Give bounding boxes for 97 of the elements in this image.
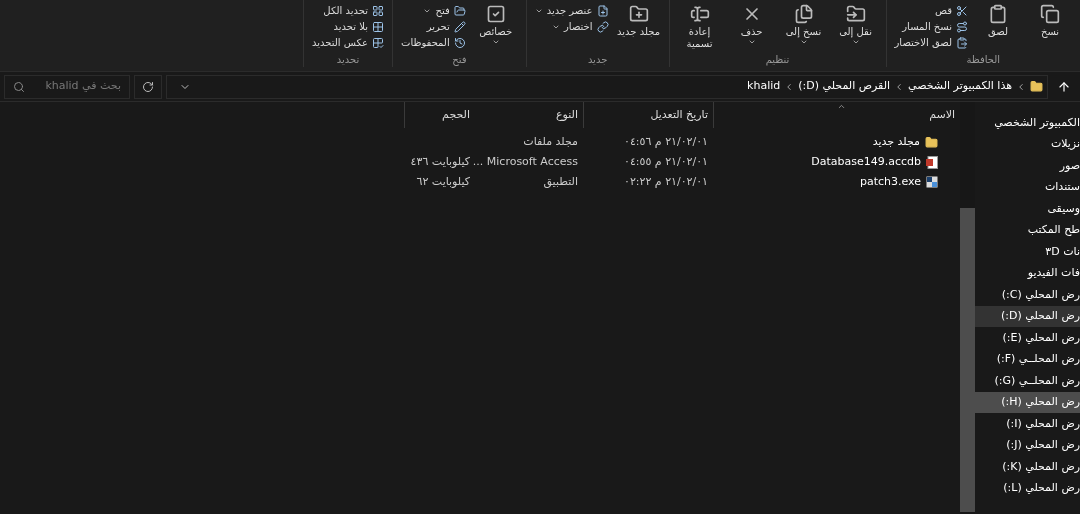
nav-item[interactable]: رض المحلي (K:) — [975, 456, 1080, 478]
type-cell: مجلد ملفات — [523, 134, 578, 148]
nav-item[interactable]: نات ٣D — [975, 241, 1080, 263]
file-name: مجلد جديد — [872, 133, 920, 150]
breadcrumb[interactable]: القرص المحلي (D:) — [798, 78, 891, 95]
size-cell: كيلوبايت ٦٢ — [416, 174, 470, 188]
ribbon-button[interactable]: نسخ المسار — [894, 20, 968, 34]
history-icon — [453, 37, 466, 49]
caret-icon — [491, 38, 500, 46]
grid-icon — [372, 21, 384, 33]
ribbon-button[interactable]: عنصر جديد — [534, 4, 609, 18]
column-header[interactable]: النوع — [490, 102, 583, 128]
nav-item[interactable]: نزيلات — [975, 133, 1080, 155]
group-label: تحديد — [335, 53, 361, 67]
ribbon-button[interactable]: نسخ إلى — [781, 4, 826, 46]
column-header[interactable]: الحجم — [404, 102, 490, 128]
folder-arrow-icon — [845, 4, 866, 24]
nav-item[interactable]: الكمبيوتر الشخصي — [975, 112, 1080, 134]
date-cell: ٢١/٠٢/٠١ م ٠٤:٥٥ — [623, 154, 708, 168]
scrollbar-thumb[interactable] — [960, 208, 975, 512]
nav-item[interactable]: رض المحلي (L:) — [975, 477, 1080, 499]
refresh-button[interactable] — [134, 74, 162, 99]
date-cell: ٢١/٠٢/٠١ م ٠٤:٥٦ — [623, 134, 708, 148]
folder-icon — [453, 5, 466, 17]
sort-icon — [837, 102, 846, 111]
group-label: الحافظة — [965, 53, 1002, 67]
ribbon-button[interactable]: بلا تحديد — [312, 20, 384, 34]
type-cell: Microsoft Access ... — [472, 154, 578, 168]
ribbon-button[interactable]: حذف — [729, 4, 774, 46]
caret-icon — [799, 38, 808, 46]
nav-item[interactable]: رض المحلي (H:) — [975, 391, 1080, 413]
nav-item[interactable]: طح المكتب — [975, 219, 1080, 241]
chevron-icon — [1016, 81, 1026, 92]
column-header[interactable]: تاريخ التعديل — [583, 102, 713, 128]
file-name: Database149.accdb — [811, 153, 921, 170]
folder-icon — [925, 135, 938, 149]
ribbon-button[interactable]: خصائص — [473, 4, 518, 46]
ribbon-button[interactable]: عكس التحديد — [312, 36, 384, 50]
nav-item[interactable]: رض المحلي (I:) — [975, 413, 1080, 435]
group-label: تنظيم — [764, 53, 791, 67]
grid-icon — [372, 5, 384, 17]
nav-item[interactable]: رض المحلي (E:) — [975, 327, 1080, 349]
nav-item[interactable]: رض المحلي (J:) — [975, 434, 1080, 456]
files-icon — [793, 4, 814, 24]
clipboard-icon — [956, 37, 968, 49]
path-icon — [956, 21, 968, 33]
clipboard-icon — [988, 4, 1008, 24]
ribbon-button[interactable]: لصق — [976, 4, 1020, 38]
nav-item[interactable]: وسيقى — [975, 198, 1080, 220]
scissors-icon — [956, 5, 968, 17]
application-icon — [926, 176, 938, 188]
checkbox-icon — [485, 4, 506, 24]
size-cell: كيلوبايت ٤٣٦ — [410, 154, 470, 168]
ribbon-button[interactable]: قص — [894, 4, 968, 18]
ribbon-button[interactable]: اختصار — [534, 20, 609, 34]
grid-icon — [372, 37, 384, 49]
nav-item[interactable]: ستندات — [975, 176, 1080, 198]
file-row[interactable]: مجلد جديد ٢١/٠٢/٠١ م ٠٤:٥٦ مجلد ملفات — [0, 132, 960, 152]
document-icon — [926, 155, 938, 169]
copy-icon — [1040, 4, 1060, 24]
ribbon-button[interactable]: فتح — [401, 4, 466, 18]
link-icon — [596, 21, 609, 33]
ribbon-button[interactable]: تحرير — [401, 20, 466, 34]
group-label: فتح — [451, 53, 468, 67]
ribbon-button[interactable]: إعادة تسمية — [677, 4, 722, 50]
refresh-icon — [142, 80, 154, 93]
caret-icon — [423, 7, 432, 15]
caret-icon — [747, 38, 756, 46]
caret-icon — [552, 23, 560, 31]
ribbon-button[interactable]: لصق الاختصار — [894, 36, 968, 50]
file-plus-icon — [596, 5, 609, 17]
nav-item[interactable]: فات الفيديو — [975, 262, 1080, 284]
ribbon-button[interactable]: نقل إلى — [833, 4, 878, 46]
rename-icon — [689, 4, 710, 24]
nav-item[interactable]: رض المحلي (D:) — [975, 305, 1080, 327]
folder-icon — [1030, 80, 1043, 93]
nav-item[interactable]: رض المحلي (C:) — [975, 284, 1080, 306]
arrow-up-icon — [1057, 79, 1071, 94]
search-field[interactable]: بحث في khalid — [4, 74, 130, 99]
nav-item[interactable]: رض المحلــي (G:) — [975, 370, 1080, 392]
type-cell: التطبيق — [543, 174, 578, 188]
folder-icon — [628, 4, 649, 24]
file-name: patch3.exe — [859, 173, 921, 190]
pencil-icon — [453, 21, 466, 33]
breadcrumb[interactable]: khalid — [747, 78, 781, 95]
breadcrumb[interactable]: هذا الكمبيوتر الشخصي — [908, 78, 1012, 95]
caret-icon — [851, 38, 860, 46]
ribbon-button[interactable]: تحديد الكل — [312, 4, 384, 18]
ribbon-button[interactable]: مجلد جديد — [616, 4, 661, 38]
date-cell: ٢١/٠٢/٠١ م ٠٢:٢٢ — [623, 174, 708, 188]
ribbon-button[interactable]: نسخ — [1028, 4, 1072, 38]
nav-item[interactable]: صور — [975, 155, 1080, 177]
ribbon-button[interactable]: المحفوظات — [401, 36, 466, 50]
group-label: جديد — [586, 53, 609, 67]
nav-item[interactable]: رض المحلــي (F:) — [975, 348, 1080, 370]
search-icon — [13, 80, 25, 93]
column-header[interactable]: الاسم — [713, 102, 960, 128]
